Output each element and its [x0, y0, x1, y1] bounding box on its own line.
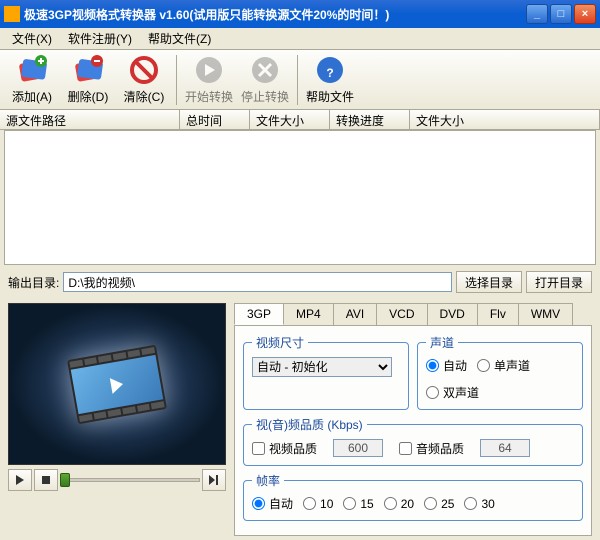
app-icon — [4, 6, 20, 22]
video-quality-checkbox[interactable]: 视频品质 — [252, 440, 317, 457]
choose-dir-button[interactable]: 选择目录 — [456, 271, 522, 293]
preview-video — [8, 303, 226, 465]
help-icon: ? — [314, 54, 346, 86]
col-out-size[interactable]: 文件大小 — [410, 110, 600, 129]
clear-label: 清除(C) — [124, 88, 165, 105]
tab-dvd[interactable]: DVD — [427, 303, 478, 325]
fps-15-radio[interactable]: 15 — [343, 497, 373, 511]
add-icon — [16, 54, 48, 86]
video-quality-input — [333, 439, 383, 457]
toolbar-separator — [176, 55, 177, 105]
audio-quality-checkbox[interactable]: 音频品质 — [399, 440, 464, 457]
fps-25-radio[interactable]: 25 — [424, 497, 454, 511]
menu-file[interactable]: 文件(X) — [4, 28, 60, 49]
audio-stereo-radio[interactable]: 双声道 — [426, 384, 479, 401]
delete-label: 删除(D) — [68, 88, 109, 105]
film-icon — [67, 344, 167, 424]
output-dir-label: 输出目录: — [8, 274, 59, 291]
delete-button[interactable]: 删除(D) — [60, 53, 116, 107]
open-dir-button[interactable]: 打开目录 — [526, 271, 592, 293]
clear-button[interactable]: 清除(C) — [116, 53, 172, 107]
tab-mp4[interactable]: MP4 — [283, 303, 334, 325]
svg-text:?: ? — [326, 66, 333, 80]
format-tabs: 3GP MP4 AVI VCD DVD Flv WMV — [234, 303, 592, 325]
video-size-legend: 视频尺寸 — [252, 334, 308, 351]
maximize-button[interactable]: □ — [550, 4, 572, 24]
fps-20-radio[interactable]: 20 — [384, 497, 414, 511]
stop-label: 停止转换 — [241, 88, 289, 105]
col-file-size[interactable]: 文件大小 — [250, 110, 330, 129]
tab-avi[interactable]: AVI — [333, 303, 377, 325]
start-convert-button: 开始转换 — [181, 53, 237, 107]
start-icon — [193, 54, 225, 86]
add-label: 添加(A) — [12, 88, 52, 105]
delete-icon — [72, 54, 104, 86]
audio-quality-input — [480, 439, 530, 457]
tab-wmv[interactable]: WMV — [518, 303, 573, 325]
end-button[interactable] — [202, 469, 226, 491]
col-source-path[interactable]: 源文件路径 — [0, 110, 180, 129]
audio-auto-radio[interactable]: 自动 — [426, 357, 467, 374]
stop-icon — [249, 54, 281, 86]
file-list[interactable] — [4, 130, 596, 265]
menu-help[interactable]: 帮助文件(Z) — [140, 28, 219, 49]
close-button[interactable]: × — [574, 4, 596, 24]
window-title: 极速3GP视频格式转换器 v1.60(试用版只能转换源文件20%的时间！) — [24, 6, 526, 23]
fps-30-radio[interactable]: 30 — [464, 497, 494, 511]
add-button[interactable]: 添加(A) — [4, 53, 60, 107]
tab-vcd[interactable]: VCD — [376, 303, 427, 325]
fps-legend: 帧率 — [252, 472, 284, 489]
play-button[interactable] — [8, 469, 32, 491]
stop-convert-button: 停止转换 — [237, 53, 293, 107]
tab-flv[interactable]: Flv — [477, 303, 519, 325]
clear-icon — [128, 54, 160, 86]
help-label: 帮助文件 — [306, 88, 354, 105]
col-progress[interactable]: 转换进度 — [330, 110, 410, 129]
col-total-time[interactable]: 总时间 — [180, 110, 250, 129]
menu-register[interactable]: 软件注册(Y) — [60, 28, 140, 49]
toolbar-separator-2 — [297, 55, 298, 105]
preview-slider[interactable] — [60, 471, 200, 489]
list-header: 源文件路径 总时间 文件大小 转换进度 文件大小 — [0, 110, 600, 130]
fps-auto-radio[interactable]: 自动 — [252, 495, 293, 512]
video-size-select[interactable]: 自动 - 初始化 — [252, 357, 392, 377]
audio-channel-legend: 声道 — [426, 334, 458, 351]
stop-preview-button[interactable] — [34, 469, 58, 491]
audio-mono-radio[interactable]: 单声道 — [477, 357, 530, 374]
minimize-button[interactable]: _ — [526, 4, 548, 24]
help-button[interactable]: ? 帮助文件 — [302, 53, 358, 107]
tab-3gp[interactable]: 3GP — [234, 303, 284, 325]
fps-10-radio[interactable]: 10 — [303, 497, 333, 511]
start-label: 开始转换 — [185, 88, 233, 105]
quality-legend: 视(音)频品质 (Kbps) — [252, 416, 367, 433]
output-dir-input[interactable] — [63, 272, 452, 292]
